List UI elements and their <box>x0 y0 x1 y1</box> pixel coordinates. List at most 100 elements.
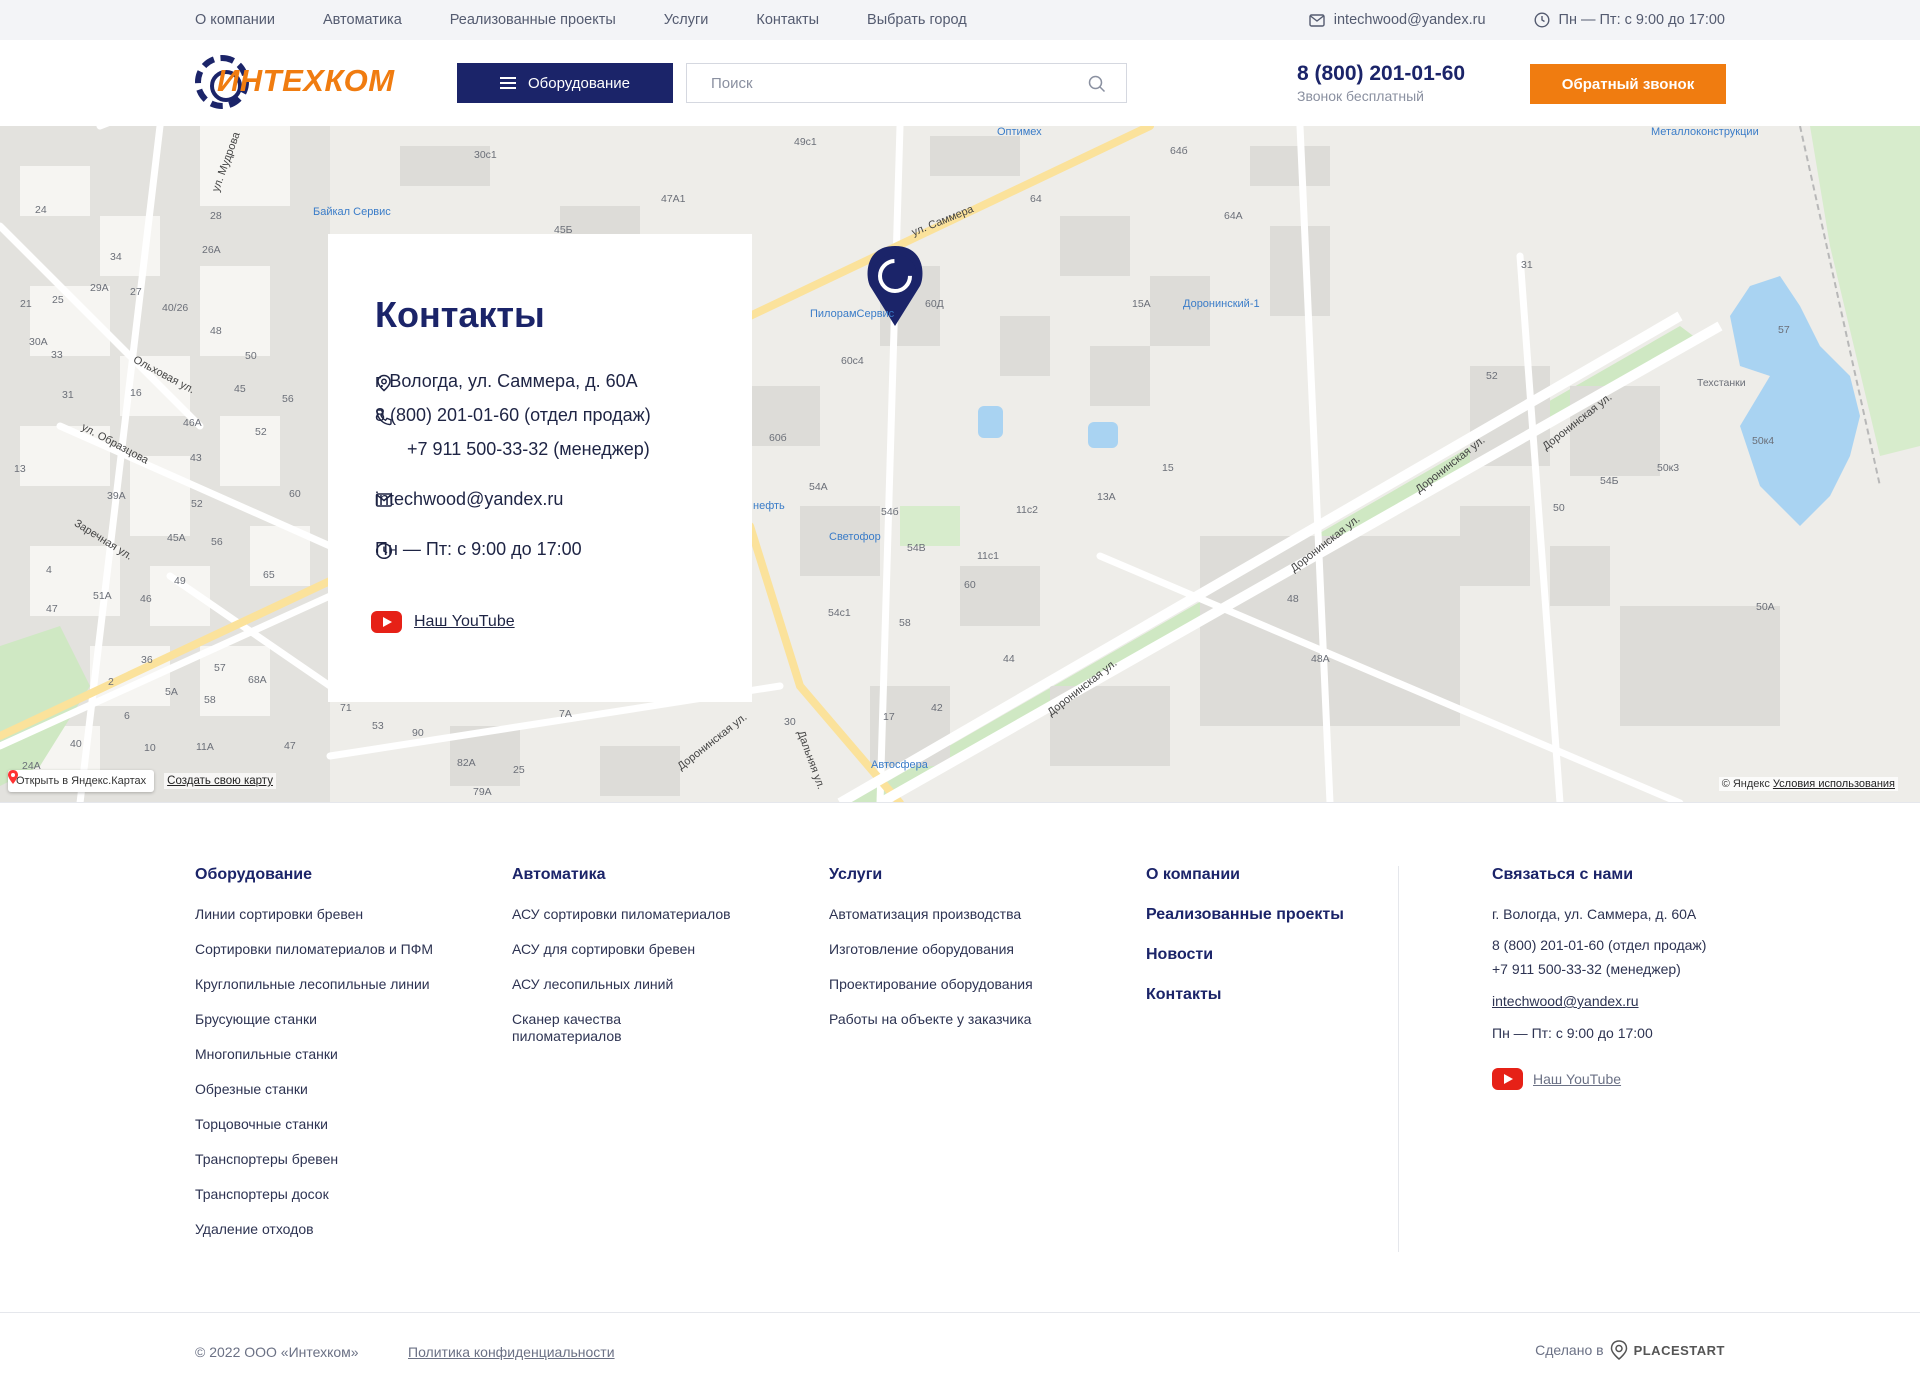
poi-label: Техстанки <box>1697 377 1746 389</box>
map-copyright-text: © Яндекс <box>1721 778 1770 790</box>
made-by-label: Сделано в <box>1535 1342 1604 1358</box>
contacts-email[interactable]: intechwood@yandex.ru <box>375 489 563 510</box>
poi-label: Светофор <box>829 531 881 543</box>
house-number: 40/26 <box>162 302 189 314</box>
equipment-menu-button[interactable]: Оборудование <box>457 63 673 103</box>
youtube-icon <box>371 611 402 633</box>
contacts-card: Контакты г. Вологда, ул. Саммера, д. 60А… <box>328 234 752 702</box>
top-nav-choose-city[interactable]: Выбрать город <box>867 12 967 28</box>
contacts-address-row: г. Вологда, ул. Саммера, д. 60А <box>375 371 638 392</box>
copyright: © 2022 ООО «Интехком» <box>195 1344 359 1360</box>
footer-services-title[interactable]: Услуги <box>829 866 1033 884</box>
house-number: 68А <box>248 674 267 686</box>
footer-equipment-title[interactable]: Оборудование <box>195 866 433 884</box>
house-number: 28 <box>210 210 222 222</box>
search-icon[interactable] <box>1088 75 1106 93</box>
open-in-yandex-maps-label: Открыть в Яндекс.Картах <box>16 775 147 787</box>
footer-equipment-link[interactable]: Линии сортировки бревен <box>195 906 433 923</box>
house-number: 24 <box>35 204 47 216</box>
house-number: 64А <box>1224 210 1243 222</box>
house-number: 60 <box>964 579 976 591</box>
footer-services-link[interactable]: Автоматизация производства <box>829 906 1033 923</box>
top-nav-projects[interactable]: Реализованные проекты <box>450 12 616 28</box>
house-number: 7А <box>559 708 572 720</box>
footer-contact-title: Связаться с нами <box>1492 866 1634 883</box>
footer-contact-phone-manager[interactable]: +7 911 500-33-32 (менеджер) <box>1492 961 1706 978</box>
house-number: 64б <box>1170 145 1188 157</box>
top-nav-services[interactable]: Услуги <box>664 12 709 28</box>
footer-equipment-link[interactable]: Брусующие станки <box>195 1011 433 1028</box>
contacts-phone-manager[interactable]: +7 911 500-33-32 (менеджер) <box>407 439 650 460</box>
footer-equipment-link[interactable]: Круглопильные лесопильные линии <box>195 976 433 993</box>
location-icon <box>377 374 391 392</box>
house-number: 47 <box>284 740 296 752</box>
footer-equipment-link[interactable]: Торцовочные станки <box>195 1116 433 1133</box>
poi-label: нефть <box>753 500 785 512</box>
poi-label: Металлоконструкции <box>1651 126 1759 138</box>
top-nav-contacts[interactable]: Контакты <box>756 12 819 28</box>
contacts-phone-sales[interactable]: 8 (800) 201-01-60 (отдел продаж) <box>375 405 651 426</box>
footer-contact-phone-sales[interactable]: 8 (800) 201-01-60 (отдел продаж) <box>1492 937 1706 954</box>
footer-automation-link[interactable]: Сканер качества пиломатериалов <box>512 1011 652 1045</box>
footer-automation-link[interactable]: АСУ сортировки пиломатериалов <box>512 906 752 923</box>
house-number: 57 <box>1778 324 1790 336</box>
footer-equipment-link[interactable]: Транспортеры досок <box>195 1186 433 1203</box>
made-by[interactable]: Сделано в PLACESTART <box>1535 1340 1725 1360</box>
footer-company-link[interactable]: Контакты <box>1146 986 1344 1004</box>
house-number: 52 <box>191 498 203 510</box>
house-number: 51А <box>93 590 112 602</box>
footer-equipment-link[interactable]: Обрезные станки <box>195 1081 433 1098</box>
top-nav-about[interactable]: О компании <box>195 12 275 28</box>
house-number: 54А <box>809 481 828 493</box>
footer-equipment-link[interactable]: Многопильные станки <box>195 1046 433 1063</box>
poi-label: Байкал Сервис <box>313 206 391 218</box>
top-nav-automation[interactable]: Автоматика <box>323 12 402 28</box>
map-controls: Открыть в Яндекс.Картах Создать свою кар… <box>8 770 276 792</box>
footer-company-link[interactable]: Новости <box>1146 946 1344 964</box>
footer-vertical-divider <box>1398 866 1399 1252</box>
footer-services-link[interactable]: Работы на объекте у заказчика <box>829 1011 1033 1028</box>
house-number: 58 <box>899 617 911 629</box>
privacy-policy-link[interactable]: Политика конфиденциальности <box>408 1344 615 1360</box>
house-number: 60 <box>289 488 301 500</box>
footer-services-link[interactable]: Изготовление оборудования <box>829 941 1033 958</box>
footer-automation-title[interactable]: Автоматика <box>512 866 752 884</box>
house-number: 10 <box>144 742 156 754</box>
poi-label: Оптимех <box>997 126 1042 138</box>
logo[interactable]: ИНТЕХКОМ <box>195 53 394 111</box>
footer-equipment-link[interactable]: Удаление отходов <box>195 1221 433 1238</box>
footer-services-link[interactable]: Проектирование оборудования <box>829 976 1033 993</box>
footer-equipment-link[interactable]: Сортировки пиломатериалов и ПФМ <box>195 941 433 958</box>
house-number: 54Б <box>1600 475 1619 487</box>
footer-automation-link[interactable]: АСУ для сортировки бревен <box>512 941 752 958</box>
poi-label: Доронинский-1 <box>1183 298 1260 310</box>
footer-equipment-link[interactable]: Транспортеры бревен <box>195 1151 433 1168</box>
house-number: 16 <box>130 387 142 399</box>
map-terms-link[interactable]: Условия использования <box>1773 778 1895 790</box>
house-number: 21 <box>20 298 32 310</box>
house-number: 30 <box>784 716 796 728</box>
footer-services-column: Услуги Автоматизация производства Изгото… <box>829 866 1033 1046</box>
footer-contact-email[interactable]: intechwood@yandex.ru <box>1492 993 1706 1010</box>
house-number: 17 <box>883 711 895 723</box>
create-map-link[interactable]: Создать свою карту <box>164 773 276 789</box>
header-phone[interactable]: 8 (800) 201-01-60 <box>1297 62 1465 86</box>
footer-company-link[interactable]: О компании <box>1146 866 1344 884</box>
footer-equipment-column: Оборудование Линии сортировки бревен Сор… <box>195 866 433 1256</box>
callback-button[interactable]: Обратный звонок <box>1530 64 1726 104</box>
yandex-map[interactable]: ул. Саммера Доронинская ул. Доронинская … <box>0 126 1920 803</box>
house-number: 34 <box>110 251 122 263</box>
top-email[interactable]: intechwood@yandex.ru <box>1309 12 1486 28</box>
house-number: 79А <box>473 786 492 798</box>
search-input[interactable] <box>687 64 1067 102</box>
footer-company-link[interactable]: Реализованные проекты <box>1146 906 1344 924</box>
house-number: 30с1 <box>474 149 497 161</box>
house-number: 30А <box>29 336 48 348</box>
house-number: 54б <box>881 506 899 518</box>
youtube-link[interactable]: Наш YouTube <box>371 611 515 633</box>
footer-company-column: О компании Реализованные проекты Новости… <box>1146 866 1344 1026</box>
footer-automation-link[interactable]: АСУ лесопильных линий <box>512 976 752 993</box>
footer-youtube-link[interactable]: Наш YouTube <box>1492 1068 1706 1090</box>
house-number: 64 <box>1030 193 1042 205</box>
open-in-yandex-maps-button[interactable]: Открыть в Яндекс.Картах <box>8 770 155 792</box>
